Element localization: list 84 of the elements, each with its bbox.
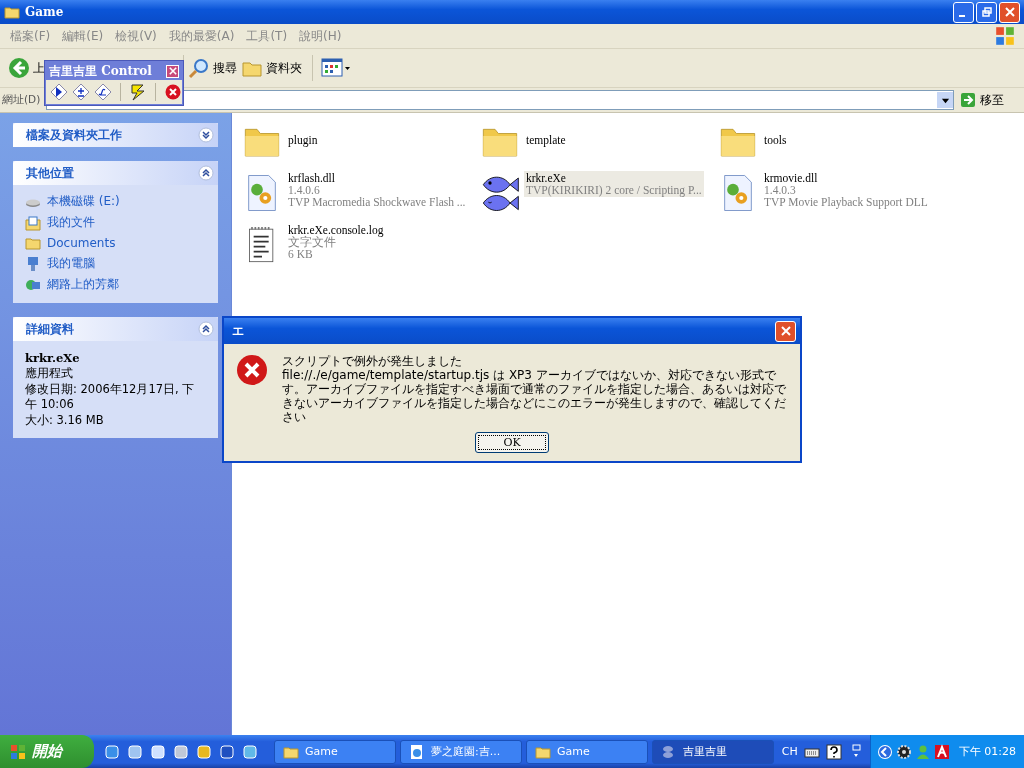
file-label[interactable]: krkr.eXe.console.log 文字文件 6 KB xyxy=(286,223,386,261)
detail-name: krkr.eXe xyxy=(25,351,81,365)
file-label[interactable]: tools xyxy=(762,133,789,147)
close-icon xyxy=(780,326,791,336)
network-icon[interactable] xyxy=(242,743,258,760)
folders-button[interactable]: 資料夾 xyxy=(239,55,304,81)
restore-icon xyxy=(981,7,992,17)
close-button[interactable] xyxy=(166,64,179,78)
play-icon[interactable] xyxy=(50,83,68,101)
menu-item[interactable]: 工具(T) xyxy=(240,27,294,45)
panel-header[interactable]: 詳細資料 xyxy=(13,317,218,341)
file-label[interactable]: template xyxy=(524,133,568,147)
calculator-icon[interactable] xyxy=(173,743,189,760)
ok-button[interactable]: OK xyxy=(475,432,549,453)
taskbar-button[interactable]: 吉里吉里 xyxy=(652,739,774,764)
file-label[interactable]: krmovie.dll 1.4.0.3 TVP Movie Playback Support DLL xyxy=(762,171,930,209)
detail-text: 修改日期: 2006年12月17日, 下午 10:06 xyxy=(25,382,196,412)
help-icon[interactable] xyxy=(825,743,842,760)
file-label[interactable]: krflash.dll 1.4.0.6 TVP Macromedia Shockwave Flash ... xyxy=(286,171,468,209)
windows-logo-icon xyxy=(994,25,1016,47)
close-icon xyxy=(1004,7,1015,17)
taskbar-button[interactable]: Game xyxy=(274,739,396,764)
folder-icon xyxy=(4,4,20,20)
start-button[interactable]: 開始 xyxy=(0,735,94,768)
close-button[interactable] xyxy=(999,1,1020,23)
folder-icon xyxy=(25,235,41,251)
back-button[interactable]: 上 xyxy=(6,55,45,81)
panel-header[interactable]: 檔案及資料夾工作 xyxy=(13,123,218,147)
app-icon[interactable] xyxy=(196,743,212,760)
clock[interactable]: 下午 01:28 xyxy=(958,744,1016,759)
lightning-icon[interactable] xyxy=(129,83,147,101)
views-button[interactable] xyxy=(312,55,353,81)
place-link[interactable]: 本機磁碟 (E:) xyxy=(47,193,120,210)
code-icon[interactable] xyxy=(219,743,235,760)
desktop-icon[interactable] xyxy=(127,743,143,760)
control-title: 吉里吉里 Control xyxy=(49,62,153,80)
close-icon xyxy=(168,67,177,75)
detail-text: 大小: 3.16 MB xyxy=(25,413,105,428)
minimize-button[interactable] xyxy=(953,1,974,23)
go-arrow-icon xyxy=(960,92,976,108)
dropdown-button[interactable] xyxy=(937,92,953,108)
search-icon xyxy=(188,57,210,79)
views-icon xyxy=(321,57,351,79)
close-button[interactable] xyxy=(775,320,796,342)
place-link[interactable]: 網路上的芳鄰 xyxy=(47,276,119,293)
stop-icon[interactable] xyxy=(164,83,182,101)
wave-icon[interactable] xyxy=(94,83,112,101)
detail-type: 應用程式 xyxy=(25,366,74,381)
go-button[interactable]: 移至 xyxy=(958,91,1020,109)
windows-logo-icon xyxy=(10,743,26,760)
error-heading: スクリプトで例外が発生しました xyxy=(282,354,463,368)
language-indicator[interactable]: CH xyxy=(781,745,798,758)
minimize-icon xyxy=(959,15,965,17)
restore-button[interactable] xyxy=(976,1,997,23)
menu-item[interactable]: 編輯(E) xyxy=(56,27,110,45)
file-label[interactable]: krkr.eXe TVP(KIRIKIRI) 2 core / Scripting P... xyxy=(524,171,704,197)
menu-item[interactable]: 檔案(F) xyxy=(4,27,57,45)
antivirus-icon[interactable] xyxy=(933,743,950,760)
plus-minus-icon[interactable] xyxy=(72,83,90,101)
document-folder-icon xyxy=(25,214,41,231)
expand-arrow-icon[interactable] xyxy=(876,743,893,760)
menu-item[interactable]: 說明(H) xyxy=(293,27,348,45)
chevron-icon[interactable] xyxy=(198,165,214,181)
place-link[interactable]: 我的電腦 xyxy=(47,255,95,272)
browser-icon xyxy=(409,743,425,760)
address-label: 網址(D) xyxy=(2,93,42,107)
taskbar-button[interactable]: Game xyxy=(526,739,648,764)
error-icon xyxy=(236,354,268,386)
chevron-icon[interactable] xyxy=(198,127,214,143)
place-link[interactable]: Documents xyxy=(47,236,116,250)
browser-icon[interactable] xyxy=(104,743,120,760)
menu-item[interactable]: 檢視(V) xyxy=(109,27,163,45)
error-message: file://./e/game/template/startup.tjs は XP3 アーカイブではないか、対応できない形式です。アーカイブファイルを指定すべき場面で通常のファイルを指定した場合、あるいは対応できないアーカイブファイルを指定した場合などにこのエラーが発生しますので、確認してください xyxy=(282,368,787,424)
place-link[interactable]: 我的文件 xyxy=(47,214,95,231)
gear-icon[interactable] xyxy=(895,743,912,760)
computer-icon xyxy=(25,255,41,272)
panel-header[interactable]: 其他位置 xyxy=(13,161,218,185)
file-label[interactable]: plugin xyxy=(286,133,320,147)
media-icon[interactable] xyxy=(150,743,166,760)
window-title: Game xyxy=(25,5,65,19)
chevron-icon[interactable] xyxy=(198,321,214,337)
menu-item[interactable]: 我的最愛(A) xyxy=(162,27,241,45)
taskbar-button[interactable]: 夢之庭園:吉... xyxy=(400,739,522,764)
dialog-title: エ xyxy=(232,322,245,340)
